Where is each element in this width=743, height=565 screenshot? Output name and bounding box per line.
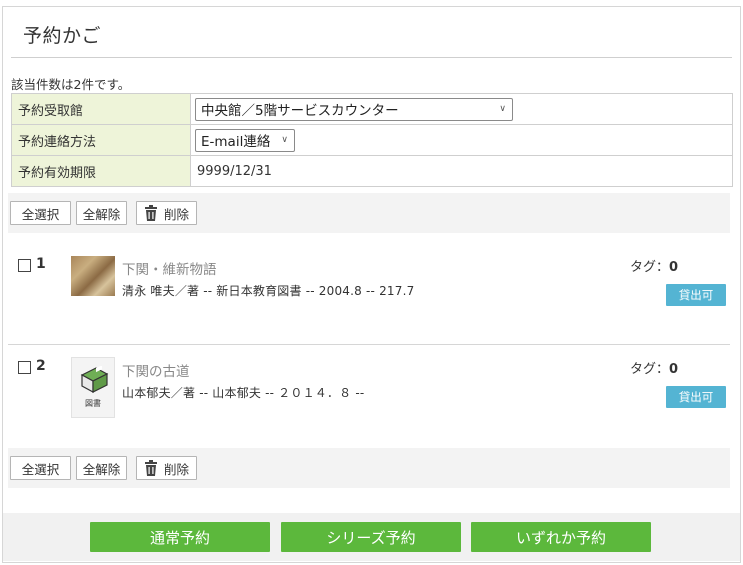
book-icon[interactable]: 図書 [71, 357, 115, 418]
status-badge: 貸出可 [666, 386, 726, 408]
chevron-down-icon: ∨ [499, 104, 506, 114]
result-count: 該当件数は2件です。 [11, 77, 131, 92]
bulk-actions-toolbar-bottom: 全選択 全解除 削除 [8, 448, 730, 488]
page-title: 予約かご [23, 25, 102, 47]
delete-label: 削除 [163, 461, 189, 477]
tag-count: タグ：0 [630, 256, 678, 275]
settings-row-pickup-library: 予約受取館 中央館／5階サービスカウンター ∨ [11, 93, 733, 125]
deselect-all-button[interactable]: 全解除 [76, 456, 127, 480]
settings-row-expiry: 予約有効期限 9999/12/31 [11, 155, 733, 187]
tag-label: タグ： [630, 362, 670, 377]
book-title-link[interactable]: 下関の古道 [122, 360, 190, 380]
title-divider [11, 57, 732, 58]
settings-row-contact-method: 予約連絡方法 E-mail連絡 ∨ [11, 124, 733, 156]
delete-button[interactable]: 削除 [136, 456, 197, 480]
tag-value: 0 [669, 260, 679, 275]
status-badge: 貸出可 [666, 284, 726, 306]
normal-reservation-button[interactable]: 通常予約 [90, 522, 270, 552]
contact-method-label: 予約連絡方法 [11, 124, 191, 156]
book-icon-caption: 図書 [85, 399, 101, 408]
contact-method-value: E-mail連絡 [201, 134, 271, 150]
item-number: 2 [36, 358, 46, 374]
deselect-all-button[interactable]: 全解除 [76, 201, 127, 225]
expiry-value: 9999/12/31 [190, 155, 733, 187]
cover-image[interactable] [71, 256, 115, 296]
select-all-button[interactable]: 全選択 [10, 456, 71, 480]
delete-label: 削除 [163, 206, 189, 222]
chevron-down-icon: ∨ [281, 135, 288, 145]
item-checkbox[interactable] [18, 259, 31, 272]
contact-method-select[interactable]: E-mail連絡 ∨ [195, 128, 295, 152]
book-metadata: 清永 唯夫／著 -- 新日本教育図書 -- 2004.8 -- 217.7 [122, 284, 415, 298]
expiry-label: 予約有効期限 [11, 155, 191, 187]
pickup-library-select[interactable]: 中央館／5階サービスカウンター ∨ [195, 97, 513, 121]
reservation-settings-table: 予約受取館 中央館／5階サービスカウンター ∨ 予約連絡方法 E-mail連絡 … [11, 93, 733, 187]
reservation-actions-bar: 通常予約 シリーズ予約 いずれか予約 [3, 513, 740, 561]
book-icon-graphic [79, 365, 109, 394]
bulk-actions-toolbar-top: 全選択 全解除 削除 [8, 193, 730, 233]
pickup-library-value: 中央館／5階サービスカウンター [201, 103, 399, 119]
item-checkbox[interactable] [18, 361, 31, 374]
trash-icon [144, 205, 158, 221]
item-divider [8, 344, 730, 345]
series-reservation-button[interactable]: シリーズ予約 [281, 522, 461, 552]
tag-value: 0 [669, 362, 679, 377]
select-all-button[interactable]: 全選択 [10, 201, 71, 225]
delete-button[interactable]: 削除 [136, 201, 197, 225]
item-number: 1 [36, 256, 46, 272]
tag-label: タグ： [630, 260, 670, 275]
book-title-link[interactable]: 下関・維新物語 [122, 258, 217, 278]
pickup-library-label: 予約受取館 [11, 93, 191, 125]
book-metadata: 山本郁夫／著 -- 山本郁夫 -- ２０１４．８ -- [122, 386, 365, 400]
either-reservation-button[interactable]: いずれか予約 [471, 522, 651, 552]
list-item: 1 下関・維新物語 清永 唯夫／著 -- 新日本教育図書 -- 2004.8 -… [8, 250, 730, 340]
list-item: 2 図書 下関の古道 山本郁夫／著 -- 山本郁夫 -- ２０１４．８ -- タ… [8, 352, 730, 442]
tag-count: タグ：0 [630, 358, 678, 377]
trash-icon [144, 460, 158, 476]
